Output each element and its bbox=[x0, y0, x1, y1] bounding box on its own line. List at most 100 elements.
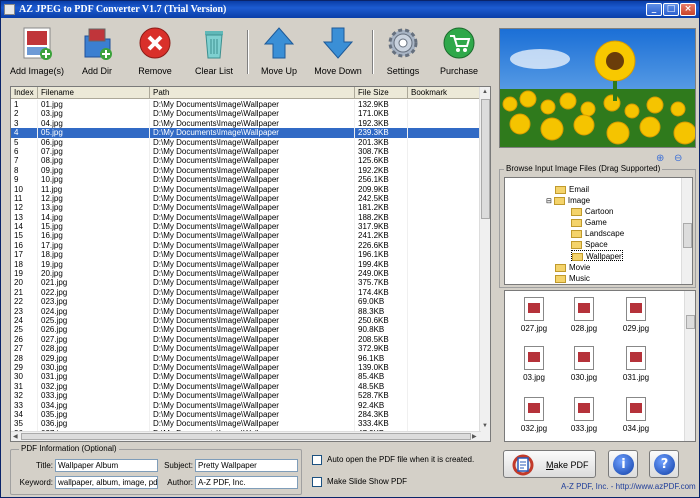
keyword-field[interactable]: wallpaper, album, image, pdf bbox=[55, 476, 158, 489]
purchase-button[interactable]: Purchase bbox=[440, 26, 478, 76]
help-button[interactable]: ? bbox=[649, 450, 679, 478]
table-row[interactable]: 18 19.jpg D:\My Documents\Image\Wallpaper 1… bbox=[11, 259, 481, 270]
scroll-right-icon[interactable]: ▶ bbox=[472, 433, 477, 440]
thumbnail-item[interactable]: 030.jpg bbox=[564, 346, 604, 382]
subject-field[interactable]: Pretty Wallpaper bbox=[195, 459, 298, 472]
zoom-out-icon[interactable]: ⊖ bbox=[674, 153, 682, 164]
table-row[interactable]: 14 15.jpg D:\My Documents\Image\Wallpaper 3… bbox=[11, 222, 481, 232]
scroll-left-icon[interactable]: ◀ bbox=[13, 433, 18, 440]
table-row[interactable]: 11 12.jpg D:\My Documents\Image\Wallpaper 2… bbox=[11, 193, 481, 204]
thumbnail-item[interactable]: 032.jpg bbox=[514, 397, 554, 433]
clear-list-button[interactable]: Clear List bbox=[195, 26, 233, 76]
table-row[interactable]: 2 03.jpg D:\My Documents\Image\Wallpaper 17… bbox=[11, 109, 481, 119]
table-row[interactable]: 13 14.jpg D:\My Documents\Image\Wallpaper 1… bbox=[11, 212, 481, 223]
make-pdf-button[interactable]: Make PDF bbox=[503, 450, 596, 478]
table-row[interactable]: 8 09.jpg D:\My Documents\Image\Wallpaper 19… bbox=[11, 165, 481, 176]
scrollbar-thumb[interactable] bbox=[481, 99, 490, 219]
table-row[interactable]: 26 027.jpg D:\My Documents\Image\Wallpaper… bbox=[11, 334, 481, 345]
title-field[interactable]: Wallpaper Album bbox=[55, 459, 158, 472]
remove-button[interactable]: Remove bbox=[138, 26, 172, 76]
vertical-scrollbar[interactable]: ▲ ▼ bbox=[479, 87, 490, 441]
table-row[interactable]: 10 11.jpg D:\My Documents\Image\Wallpaper 2… bbox=[11, 184, 481, 194]
table-row[interactable]: 31 032.jpg D:\My Documents\Image\Wallpaper… bbox=[11, 381, 481, 392]
column-header[interactable]: Filename bbox=[38, 87, 150, 99]
tree-node-email[interactable]: Email bbox=[555, 184, 589, 195]
scroll-down-icon[interactable]: ▼ bbox=[482, 423, 488, 429]
table-row[interactable]: 25 026.jpg D:\My Documents\Image\Wallpaper… bbox=[11, 325, 481, 335]
tree-node-game[interactable]: Game bbox=[571, 217, 607, 228]
table-row[interactable]: 6 07.jpg D:\My Documents\Image\Wallpaper 30… bbox=[11, 146, 481, 157]
table-row[interactable]: 9 10.jpg D:\My Documents\Image\Wallpaper 25… bbox=[11, 175, 481, 185]
maximize-button[interactable]: □ bbox=[663, 3, 679, 16]
table-row[interactable]: 5 06.jpg D:\My Documents\Image\Wallpaper 20… bbox=[11, 137, 481, 147]
thumbnail-item[interactable]: 028.jpg bbox=[564, 297, 604, 333]
tree-node-landscape[interactable]: Landscape bbox=[571, 228, 624, 239]
add-dir-button[interactable]: Add Dir bbox=[81, 26, 113, 76]
table-row[interactable]: 16 17.jpg D:\My Documents\Image\Wallpaper 2… bbox=[11, 240, 481, 251]
table-row[interactable]: 21 022.jpg D:\My Documents\Image\Wallpaper… bbox=[11, 287, 481, 298]
table-row[interactable]: 20 021.jpg D:\My Documents\Image\Wallpaper… bbox=[11, 278, 481, 288]
thumbnail-scrollbar[interactable] bbox=[684, 291, 695, 441]
table-row[interactable]: 29 030.jpg D:\My Documents\Image\Wallpaper… bbox=[11, 362, 481, 373]
table-row[interactable]: 32 033.jpg D:\My Documents\Image\Wallpaper… bbox=[11, 391, 481, 401]
table-row[interactable]: 23 024.jpg D:\My Documents\Image\Wallpaper… bbox=[11, 306, 481, 316]
thumbnail-item[interactable]: 034.jpg bbox=[616, 397, 656, 433]
table-row[interactable]: 33 034.jpg D:\My Documents\Image\Wallpaper… bbox=[11, 400, 481, 410]
checkbox-box[interactable] bbox=[312, 455, 322, 465]
table-row[interactable]: 22 023.jpg D:\My Documents\Image\Wallpaper… bbox=[11, 297, 481, 307]
column-header[interactable]: File Size bbox=[355, 87, 408, 99]
column-header[interactable]: Index bbox=[11, 87, 38, 99]
column-header[interactable]: Path bbox=[150, 87, 355, 99]
scrollbar-thumb[interactable] bbox=[683, 223, 692, 248]
scrollbar-thumb[interactable] bbox=[21, 433, 471, 440]
tree-node-music[interactable]: Music bbox=[555, 273, 590, 284]
column-header[interactable]: Bookmark bbox=[408, 87, 481, 99]
add-images-button[interactable]: Add Image(s) bbox=[10, 26, 64, 76]
zoom-in-icon[interactable]: ⊕ bbox=[656, 153, 664, 164]
close-button[interactable]: × bbox=[680, 3, 696, 16]
title-bar[interactable]: AZ JPEG to PDF Converter V1.7 (Trial Ver… bbox=[1, 1, 699, 18]
thumbnail-item[interactable]: 03.jpg bbox=[514, 346, 554, 382]
tree-node-space[interactable]: Space bbox=[571, 239, 608, 250]
folder-tree[interactable]: Email ⊟ Image Cartoon Game Landscape Spac… bbox=[504, 177, 693, 285]
footer-company-link[interactable]: A-Z PDF, Inc. - http://www.azPDF.com bbox=[561, 482, 696, 491]
tree-node-cartoon[interactable]: Cartoon bbox=[571, 206, 613, 217]
table-row[interactable]: 27 028.jpg D:\My Documents\Image\Wallpaper… bbox=[11, 344, 481, 354]
slide-show-checkbox[interactable]: Make Slide Show PDF bbox=[312, 477, 407, 487]
minimize-button[interactable]: _ bbox=[646, 3, 662, 16]
settings-button[interactable]: Settings bbox=[387, 26, 419, 76]
table-row[interactable]: 15 16.jpg D:\My Documents\Image\Wallpaper 2… bbox=[11, 231, 481, 241]
table-row[interactable]: 30 031.jpg D:\My Documents\Image\Wallpaper… bbox=[11, 372, 481, 382]
about-button[interactable]: i bbox=[608, 450, 638, 478]
scrollbar-thumb[interactable] bbox=[686, 315, 695, 329]
file-list-table[interactable]: Index Filename Path File Size Bookmark 1… bbox=[10, 86, 491, 442]
thumbnail-item[interactable]: 029.jpg bbox=[616, 297, 656, 333]
scroll-up-icon[interactable]: ▲ bbox=[482, 89, 488, 95]
author-field[interactable]: A-Z PDF, Inc. bbox=[195, 476, 298, 489]
thumbnail-item[interactable]: 027.jpg bbox=[514, 297, 554, 333]
table-row[interactable]: 28 029.jpg D:\My Documents\Image\Wallpaper… bbox=[11, 353, 481, 363]
table-row[interactable]: 35 036.jpg D:\My Documents\Image\Wallpaper… bbox=[11, 419, 481, 429]
move-down-button[interactable]: Move Down bbox=[314, 26, 362, 76]
auto-open-checkbox[interactable]: Auto open the PDF file when it is create… bbox=[312, 455, 474, 465]
table-row[interactable]: 19 20.jpg D:\My Documents\Image\Wallpaper 2… bbox=[11, 269, 481, 279]
table-row[interactable]: 3 04.jpg D:\My Documents\Image\Wallpaper 19… bbox=[11, 118, 481, 129]
tree-node-wallpaper[interactable]: Wallpaper bbox=[571, 250, 623, 261]
table-row[interactable]: 34 035.jpg D:\My Documents\Image\Wallpaper… bbox=[11, 409, 481, 420]
table-row[interactable]: 7 08.jpg D:\My Documents\Image\Wallpaper 12… bbox=[11, 156, 481, 166]
thumbnail-panel[interactable]: 027.jpg 028.jpg 029.jpg 03.jpg 030.jpg 0… bbox=[504, 290, 696, 442]
horizontal-scrollbar[interactable]: ◀ ▶ bbox=[11, 431, 481, 441]
table-row[interactable]: 1 01.jpg D:\My Documents\Image\Wallpaper 13… bbox=[11, 100, 481, 110]
table-row[interactable]: 24 025.jpg D:\My Documents\Image\Wallpaper… bbox=[11, 315, 481, 326]
checkbox-box[interactable] bbox=[312, 477, 322, 487]
table-row[interactable]: 4 05.jpg D:\My Documents\Image\Wallpaper 23… bbox=[11, 128, 481, 138]
tree-node-image[interactable]: ⊟ Image bbox=[546, 195, 590, 206]
table-row[interactable]: 17 18.jpg D:\My Documents\Image\Wallpaper 1… bbox=[11, 250, 481, 260]
thumbnail-item[interactable]: 033.jpg bbox=[564, 397, 604, 433]
thumbnail-item[interactable]: 031.jpg bbox=[616, 346, 656, 382]
move-up-button[interactable]: Move Up bbox=[261, 26, 297, 76]
table-row[interactable]: 12 13.jpg D:\My Documents\Image\Wallpaper 1… bbox=[11, 203, 481, 213]
tree-scrollbar[interactable] bbox=[681, 178, 692, 284]
expand-icon[interactable]: ⊟ bbox=[546, 198, 552, 205]
tree-node-movie[interactable]: Movie bbox=[555, 262, 590, 273]
